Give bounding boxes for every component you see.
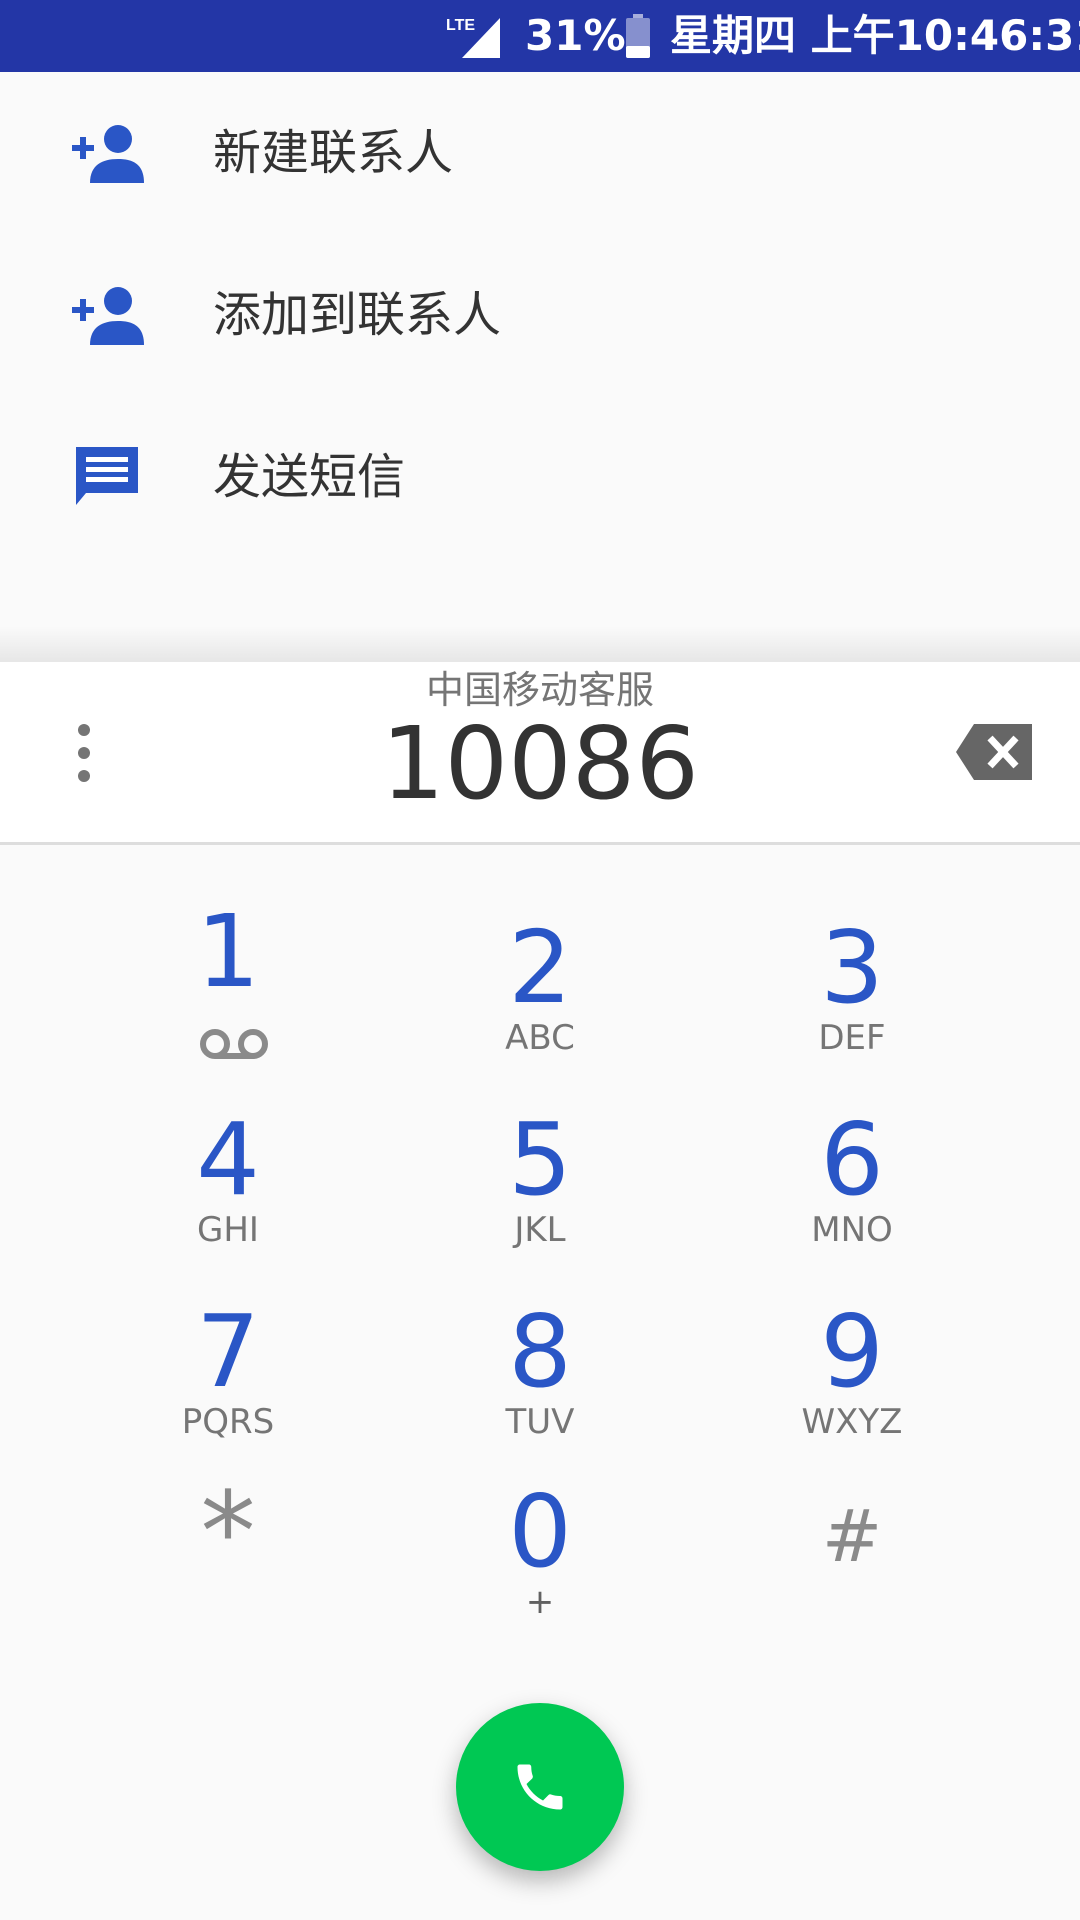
key-digit: 2 bbox=[508, 909, 572, 1026]
dialed-digits[interactable]: 10086 bbox=[0, 704, 1080, 824]
dialpad-key-1[interactable]: 1 bbox=[98, 879, 358, 1059]
key-digit: 1 bbox=[196, 893, 260, 1010]
key-digit: 3 bbox=[820, 909, 884, 1026]
dialpad-key-pound[interactable]: # bbox=[722, 1455, 982, 1635]
digits-container: 中国移动客服 10086 bbox=[0, 662, 1080, 845]
battery-percent: 31% bbox=[525, 11, 626, 60]
person-add-icon bbox=[72, 125, 144, 183]
menu-item-add-to-contact[interactable]: 添加到联系人 bbox=[0, 234, 1080, 396]
voicemail-icon bbox=[200, 1029, 268, 1059]
key-digit: # bbox=[821, 1494, 883, 1578]
key-digit: 0 bbox=[508, 1473, 572, 1590]
key-letters: WXYZ bbox=[801, 1402, 903, 1442]
dialpad-key-star[interactable]: * bbox=[98, 1455, 358, 1635]
key-letters: ABC bbox=[505, 1018, 575, 1058]
dialpad-key-7[interactable]: 7 PQRS bbox=[98, 1263, 358, 1443]
menu-item-label: 发送短信 bbox=[213, 449, 406, 505]
status-clock: 星期四 上午10:46:31 bbox=[670, 11, 1080, 60]
key-letters: + bbox=[525, 1582, 555, 1622]
backspace-icon[interactable] bbox=[956, 724, 1032, 780]
key-digit: 9 bbox=[820, 1293, 884, 1410]
phone-icon bbox=[517, 1764, 563, 1810]
dialpad-key-0[interactable]: 0 + bbox=[410, 1455, 670, 1635]
key-digit: 7 bbox=[196, 1293, 260, 1410]
svg-text:LTE: LTE bbox=[446, 17, 475, 34]
dialpad-key-4[interactable]: 4 GHI bbox=[98, 1071, 358, 1251]
menu-item-label: 新建联系人 bbox=[213, 125, 454, 181]
key-letters: MNO bbox=[811, 1210, 893, 1250]
key-letters: TUV bbox=[505, 1402, 575, 1442]
dialpad-key-6[interactable]: 6 MNO bbox=[722, 1071, 982, 1251]
key-letters: PQRS bbox=[181, 1402, 275, 1442]
dialer-shadow bbox=[0, 626, 1080, 662]
dialpad-key-5[interactable]: 5 JKL bbox=[410, 1071, 670, 1251]
dialpad-key-9[interactable]: 9 WXYZ bbox=[722, 1263, 982, 1443]
message-icon bbox=[76, 447, 138, 505]
battery-icon bbox=[626, 14, 650, 58]
person-add-icon bbox=[72, 287, 144, 345]
lte-signal-icon: LTE bbox=[446, 17, 500, 58]
status-bar: LTE 31% 星期四 上午10:46:31 bbox=[0, 0, 1080, 72]
key-digit: 5 bbox=[508, 1101, 572, 1218]
key-digit: * bbox=[200, 1468, 256, 1596]
dialpad-key-8[interactable]: 8 TUV bbox=[410, 1263, 670, 1443]
menu-item-send-sms[interactable]: 发送短信 bbox=[0, 396, 1080, 558]
key-letters: DEF bbox=[818, 1018, 886, 1058]
dial-actions-menu: 新建联系人 添加到联系人 发送短信 bbox=[0, 72, 1080, 662]
menu-item-label: 添加到联系人 bbox=[213, 287, 502, 343]
key-digit: 6 bbox=[820, 1101, 884, 1218]
menu-item-new-contact[interactable]: 新建联系人 bbox=[0, 72, 1080, 234]
key-digit: 8 bbox=[508, 1293, 572, 1410]
call-button[interactable] bbox=[456, 1703, 624, 1871]
key-digit: 4 bbox=[196, 1101, 260, 1218]
dialpad-key-3[interactable]: 3 DEF bbox=[722, 879, 982, 1059]
dialpad-key-2[interactable]: 2 ABC bbox=[410, 879, 670, 1059]
key-letters: JKL bbox=[514, 1210, 566, 1250]
key-letters: GHI bbox=[197, 1210, 259, 1250]
